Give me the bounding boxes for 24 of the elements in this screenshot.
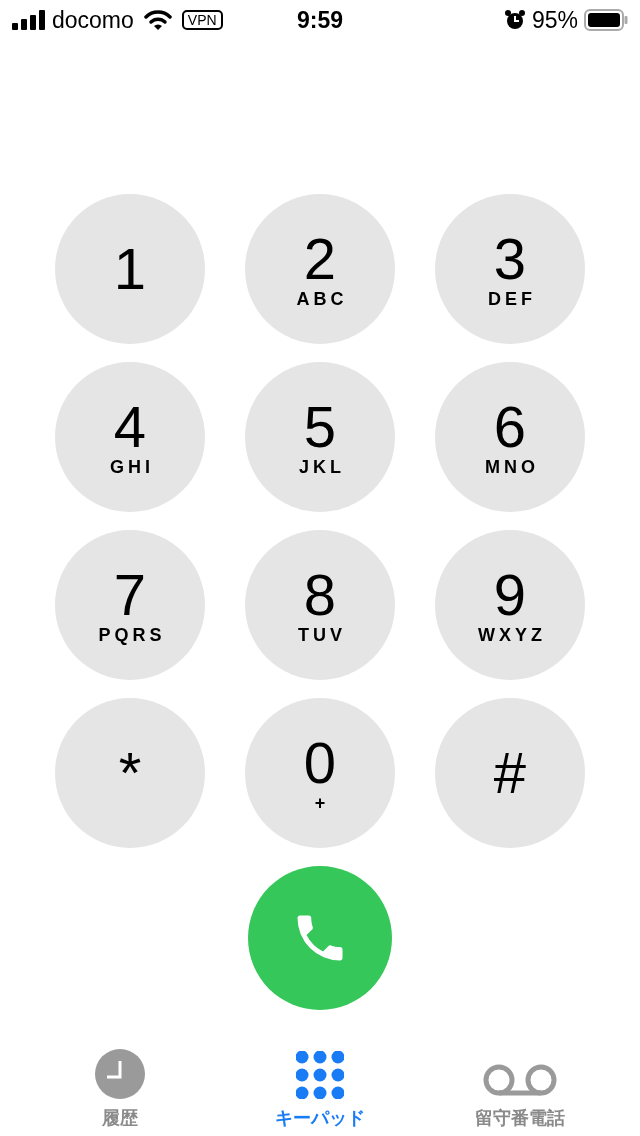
status-time: 9:59 [297,5,344,35]
keypad-key[interactable]: 8 TUV [245,530,395,680]
keypad-key[interactable]: 4 GHI [55,362,205,512]
keypad-key[interactable]: 2 ABC [245,194,395,344]
keypad-key[interactable]: # [435,698,585,848]
signal-icon [12,10,46,30]
keypad-icon [296,1051,344,1099]
alarm-icon [503,9,526,31]
keypad-key[interactable]: 5 JKL [245,362,395,512]
vpn-badge: VPN [181,10,223,30]
battery-percent: 95% [531,5,578,35]
keypad-key[interactable]: 1 [55,194,205,344]
keypad-key[interactable]: 7 PQRS [55,530,205,680]
wifi-icon [143,10,172,30]
keypad-key[interactable]: 0 + [245,698,395,848]
keypad-key[interactable]: 3 DEF [435,194,585,344]
keypad-key[interactable]: * [55,698,205,848]
tab[interactable]: キーパッド [240,1042,400,1132]
keypad-key[interactable]: 6 MNO [435,362,585,512]
clock-icon [95,1049,145,1099]
voicemail-icon [482,1063,558,1099]
keypad-key[interactable]: 9 WXYZ [435,530,585,680]
battery-icon [584,9,628,31]
carrier-name: docomo [52,5,134,35]
